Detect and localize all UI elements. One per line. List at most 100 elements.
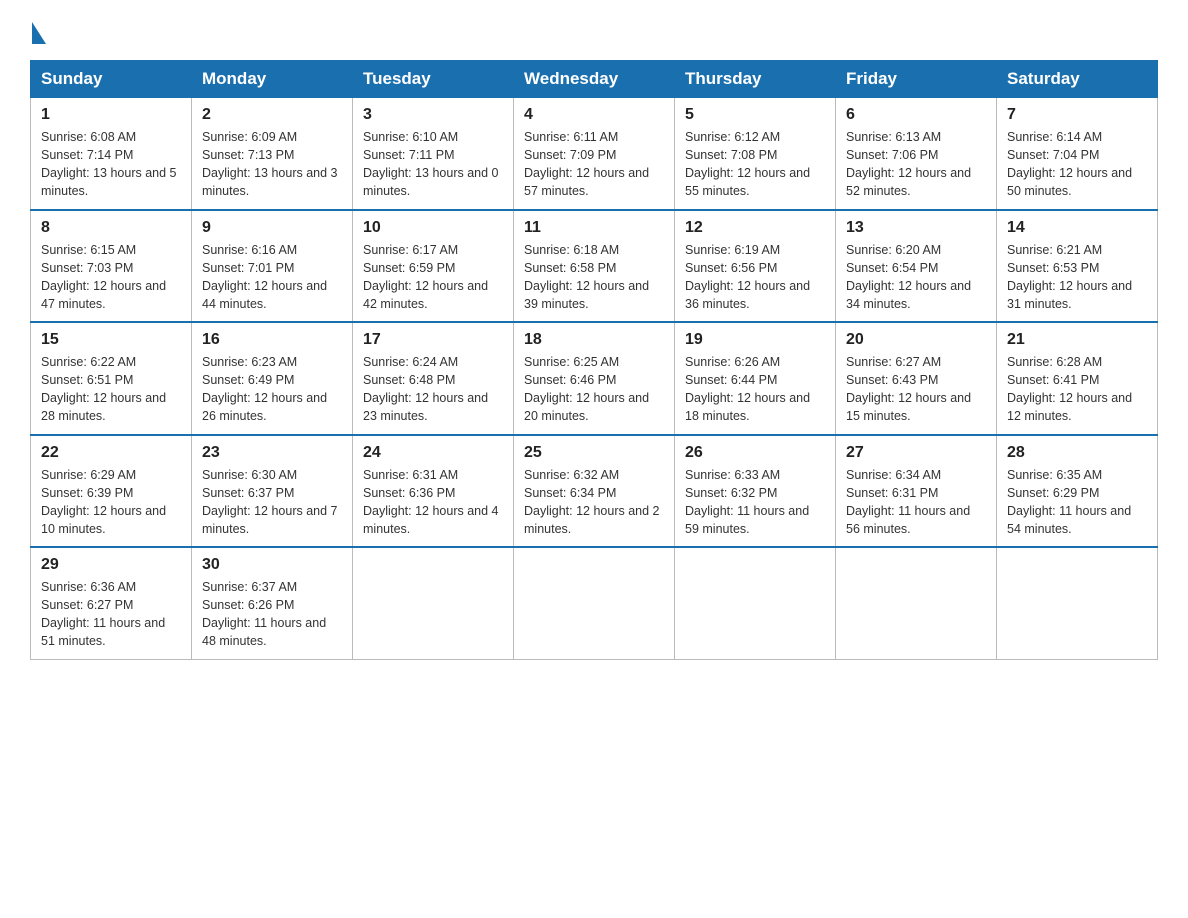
calendar-day-cell: 2Sunrise: 6:09 AMSunset: 7:13 PMDaylight…: [192, 98, 353, 210]
day-number: 6: [846, 106, 986, 124]
day-info: Sunrise: 6:24 AMSunset: 6:48 PMDaylight:…: [363, 353, 503, 426]
day-info: Sunrise: 6:30 AMSunset: 6:37 PMDaylight:…: [202, 466, 342, 539]
day-number: 21: [1007, 331, 1147, 349]
day-info: Sunrise: 6:25 AMSunset: 6:46 PMDaylight:…: [524, 353, 664, 426]
calendar-day-cell: 7Sunrise: 6:14 AMSunset: 7:04 PMDaylight…: [997, 98, 1158, 210]
day-number: 9: [202, 219, 342, 237]
calendar-day-cell: [997, 547, 1158, 659]
day-number: 18: [524, 331, 664, 349]
day-info: Sunrise: 6:27 AMSunset: 6:43 PMDaylight:…: [846, 353, 986, 426]
calendar-day-cell: 21 Sunrise: 6:28 AMSunset: 6:41 PMDayligh…: [997, 322, 1158, 435]
day-info: Sunrise: 6:12 AMSunset: 7:08 PMDaylight:…: [685, 128, 825, 201]
day-info: Sunrise: 6:09 AMSunset: 7:13 PMDaylight:…: [202, 128, 342, 201]
day-info: Sunrise: 6:17 AMSunset: 6:59 PMDaylight:…: [363, 241, 503, 314]
calendar-day-cell: 9 Sunrise: 6:16 AMSunset: 7:01 PMDaylight…: [192, 210, 353, 323]
calendar-day-cell: [353, 547, 514, 659]
day-info: Sunrise: 6:16 AMSunset: 7:01 PMDaylight:…: [202, 241, 342, 314]
calendar-day-cell: 23 Sunrise: 6:30 AMSunset: 6:37 PMDayligh…: [192, 435, 353, 548]
day-number: 30: [202, 556, 342, 574]
calendar-week-row: 8 Sunrise: 6:15 AMSunset: 7:03 PMDaylight…: [31, 210, 1158, 323]
page-header: [30, 20, 1158, 40]
calendar-day-cell: 3 Sunrise: 6:10 AMSunset: 7:11 PMDaylight…: [353, 98, 514, 210]
day-info: Sunrise: 6:23 AMSunset: 6:49 PMDaylight:…: [202, 353, 342, 426]
day-info: Sunrise: 6:32 AMSunset: 6:34 PMDaylight:…: [524, 466, 664, 539]
calendar-day-cell: 26Sunrise: 6:33 AMSunset: 6:32 PMDayligh…: [675, 435, 836, 548]
day-number: 3: [363, 106, 503, 124]
day-info: Sunrise: 6:31 AMSunset: 6:36 PMDaylight:…: [363, 466, 503, 539]
day-info: Sunrise: 6:19 AMSunset: 6:56 PMDaylight:…: [685, 241, 825, 314]
calendar-day-cell: 4 Sunrise: 6:11 AMSunset: 7:09 PMDaylight…: [514, 98, 675, 210]
day-number: 28: [1007, 444, 1147, 462]
day-number: 26: [685, 444, 825, 462]
day-number: 13: [846, 219, 986, 237]
weekday-header-sunday: Sunday: [31, 61, 192, 98]
calendar-week-row: 1 Sunrise: 6:08 AMSunset: 7:14 PMDaylight…: [31, 98, 1158, 210]
calendar-week-row: 22 Sunrise: 6:29 AMSunset: 6:39 PMDayligh…: [31, 435, 1158, 548]
weekday-header-monday: Monday: [192, 61, 353, 98]
day-number: 10: [363, 219, 503, 237]
day-number: 25: [524, 444, 664, 462]
day-info: Sunrise: 6:18 AMSunset: 6:58 PMDaylight:…: [524, 241, 664, 314]
calendar-day-cell: 20 Sunrise: 6:27 AMSunset: 6:43 PMDayligh…: [836, 322, 997, 435]
calendar-week-row: 29Sunrise: 6:36 AMSunset: 6:27 PMDayligh…: [31, 547, 1158, 659]
calendar-day-cell: [514, 547, 675, 659]
day-number: 4: [524, 106, 664, 124]
calendar-day-cell: [675, 547, 836, 659]
day-info: Sunrise: 6:37 AMSunset: 6:26 PMDaylight:…: [202, 578, 342, 651]
day-number: 7: [1007, 106, 1147, 124]
calendar-day-cell: 5Sunrise: 6:12 AMSunset: 7:08 PMDaylight…: [675, 98, 836, 210]
weekday-header-tuesday: Tuesday: [353, 61, 514, 98]
day-info: Sunrise: 6:35 AMSunset: 6:29 PMDaylight:…: [1007, 466, 1147, 539]
day-number: 20: [846, 331, 986, 349]
day-number: 12: [685, 219, 825, 237]
day-info: Sunrise: 6:11 AMSunset: 7:09 PMDaylight:…: [524, 128, 664, 201]
calendar-day-cell: [836, 547, 997, 659]
day-number: 19: [685, 331, 825, 349]
day-info: Sunrise: 6:34 AMSunset: 6:31 PMDaylight:…: [846, 466, 986, 539]
calendar-day-cell: 10 Sunrise: 6:17 AMSunset: 6:59 PMDayligh…: [353, 210, 514, 323]
day-info: Sunrise: 6:13 AMSunset: 7:06 PMDaylight:…: [846, 128, 986, 201]
logo: [30, 20, 46, 40]
day-info: Sunrise: 6:15 AMSunset: 7:03 PMDaylight:…: [41, 241, 181, 314]
day-number: 23: [202, 444, 342, 462]
calendar-day-cell: 6 Sunrise: 6:13 AMSunset: 7:06 PMDaylight…: [836, 98, 997, 210]
calendar-day-cell: 13 Sunrise: 6:20 AMSunset: 6:54 PMDayligh…: [836, 210, 997, 323]
calendar-day-cell: 12 Sunrise: 6:19 AMSunset: 6:56 PMDayligh…: [675, 210, 836, 323]
calendar-day-cell: 27 Sunrise: 6:34 AMSunset: 6:31 PMDayligh…: [836, 435, 997, 548]
day-info: Sunrise: 6:20 AMSunset: 6:54 PMDaylight:…: [846, 241, 986, 314]
calendar-day-cell: 17 Sunrise: 6:24 AMSunset: 6:48 PMDayligh…: [353, 322, 514, 435]
day-number: 1: [41, 106, 181, 124]
calendar-table: SundayMondayTuesdayWednesdayThursdayFrid…: [30, 60, 1158, 660]
calendar-day-cell: 16Sunrise: 6:23 AMSunset: 6:49 PMDayligh…: [192, 322, 353, 435]
calendar-day-cell: 29Sunrise: 6:36 AMSunset: 6:27 PMDayligh…: [31, 547, 192, 659]
day-number: 24: [363, 444, 503, 462]
calendar-day-cell: 22 Sunrise: 6:29 AMSunset: 6:39 PMDayligh…: [31, 435, 192, 548]
day-info: Sunrise: 6:26 AMSunset: 6:44 PMDaylight:…: [685, 353, 825, 426]
calendar-day-cell: 11 Sunrise: 6:18 AMSunset: 6:58 PMDayligh…: [514, 210, 675, 323]
day-info: Sunrise: 6:28 AMSunset: 6:41 PMDaylight:…: [1007, 353, 1147, 426]
day-number: 8: [41, 219, 181, 237]
day-info: Sunrise: 6:10 AMSunset: 7:11 PMDaylight:…: [363, 128, 503, 201]
logo-triangle-icon: [32, 22, 46, 44]
day-number: 17: [363, 331, 503, 349]
day-number: 27: [846, 444, 986, 462]
day-number: 22: [41, 444, 181, 462]
calendar-day-cell: 28 Sunrise: 6:35 AMSunset: 6:29 PMDayligh…: [997, 435, 1158, 548]
calendar-day-cell: 25 Sunrise: 6:32 AMSunset: 6:34 PMDayligh…: [514, 435, 675, 548]
calendar-day-cell: 8 Sunrise: 6:15 AMSunset: 7:03 PMDaylight…: [31, 210, 192, 323]
day-info: Sunrise: 6:29 AMSunset: 6:39 PMDaylight:…: [41, 466, 181, 539]
day-number: 14: [1007, 219, 1147, 237]
day-number: 11: [524, 219, 664, 237]
weekday-header-wednesday: Wednesday: [514, 61, 675, 98]
day-info: Sunrise: 6:22 AMSunset: 6:51 PMDaylight:…: [41, 353, 181, 426]
day-info: Sunrise: 6:08 AMSunset: 7:14 PMDaylight:…: [41, 128, 181, 201]
calendar-day-cell: 30 Sunrise: 6:37 AMSunset: 6:26 PMDayligh…: [192, 547, 353, 659]
day-info: Sunrise: 6:36 AMSunset: 6:27 PMDaylight:…: [41, 578, 181, 651]
weekday-header-row: SundayMondayTuesdayWednesdayThursdayFrid…: [31, 61, 1158, 98]
calendar-day-cell: 15Sunrise: 6:22 AMSunset: 6:51 PMDayligh…: [31, 322, 192, 435]
weekday-header-friday: Friday: [836, 61, 997, 98]
calendar-week-row: 15Sunrise: 6:22 AMSunset: 6:51 PMDayligh…: [31, 322, 1158, 435]
calendar-day-cell: 1 Sunrise: 6:08 AMSunset: 7:14 PMDaylight…: [31, 98, 192, 210]
day-info: Sunrise: 6:21 AMSunset: 6:53 PMDaylight:…: [1007, 241, 1147, 314]
weekday-header-thursday: Thursday: [675, 61, 836, 98]
